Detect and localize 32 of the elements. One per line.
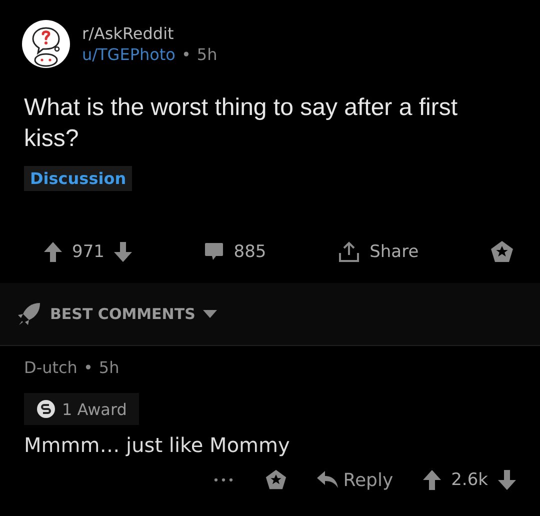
comment-count: 885 bbox=[234, 242, 266, 262]
vote-score: 971 bbox=[72, 242, 104, 262]
subreddit-name[interactable]: r/AskReddit bbox=[82, 24, 218, 43]
award-count: 1 Award bbox=[62, 400, 127, 419]
sort-dropdown[interactable]: BEST COMMENTS bbox=[16, 301, 218, 328]
post-age: 5h bbox=[196, 45, 218, 64]
reply-button[interactable]: Reply bbox=[317, 470, 394, 491]
subreddit-avatar-icon[interactable] bbox=[22, 20, 70, 68]
upvote-icon[interactable] bbox=[423, 470, 442, 490]
coin-award-icon bbox=[36, 399, 56, 420]
separator-dot: • bbox=[83, 358, 93, 378]
downvote-icon[interactable] bbox=[114, 242, 132, 262]
comment-author[interactable]: D-utch bbox=[24, 358, 78, 378]
award-icon[interactable] bbox=[265, 469, 288, 492]
comment-age: 5h bbox=[98, 358, 120, 378]
comment-icon[interactable] bbox=[204, 242, 224, 262]
upvote-icon[interactable] bbox=[44, 242, 62, 262]
vote-score: 2.6k bbox=[451, 470, 488, 490]
comment-body: Mmmm… just like Mommy bbox=[24, 433, 291, 458]
caret-icon bbox=[203, 310, 218, 318]
award-icon[interactable] bbox=[490, 240, 514, 264]
downvote-icon[interactable] bbox=[498, 470, 516, 490]
reply-arrow-icon bbox=[317, 471, 340, 490]
post-title: What is the worst thing to say after a first kiss? bbox=[24, 93, 458, 154]
separator-dot: • bbox=[181, 45, 191, 64]
share-button[interactable]: Share bbox=[338, 241, 419, 264]
award-badge[interactable]: 1 Award bbox=[24, 393, 139, 426]
more-options-button[interactable]: ••• bbox=[212, 474, 236, 487]
rocket-icon bbox=[16, 301, 42, 328]
author-link[interactable]: u/TGEPhoto bbox=[82, 45, 176, 64]
share-icon bbox=[338, 241, 360, 264]
flair-tag[interactable]: Discussion bbox=[24, 166, 132, 192]
